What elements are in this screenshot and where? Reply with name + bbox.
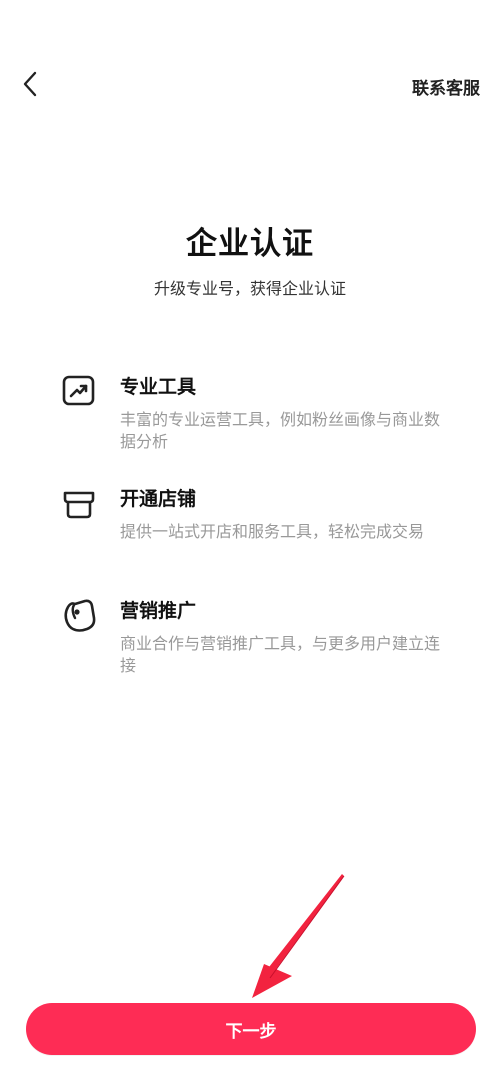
top-bar: 联系客服 — [0, 0, 500, 170]
page-title: 企业认证 — [186, 226, 314, 262]
hero-section: 企业认证 升级专业号，获得企业认证 — [0, 218, 500, 299]
feature-title: 专业工具 — [120, 376, 197, 398]
contact-support-link[interactable]: 联系客服 — [412, 74, 480, 99]
page-subtitle: 升级专业号，获得企业认证 — [153, 279, 346, 298]
store-icon — [63, 491, 95, 519]
price-tag-icon — [64, 599, 96, 632]
feature-title: 营销推广 — [120, 600, 197, 622]
back-button[interactable] — [14, 68, 46, 100]
feature-item-marketing: 营销推广 商业合作与营销推广工具，与更多用户建立连接 — [0, 596, 500, 708]
pointer-arrow-icon — [252, 874, 345, 998]
feature-description: 提供一站式开店和服务工具，轻松完成交易 — [120, 522, 425, 541]
feature-list: 专业工具 丰富的专业运营工具，例如粉丝画像与商业数据分析 开通店铺 提供一站式开… — [0, 372, 500, 708]
feature-title: 开通店铺 — [120, 488, 197, 510]
feature-item-pro-tools: 专业工具 丰富的专业运营工具，例如粉丝画像与商业数据分析 — [0, 372, 500, 484]
next-step-button[interactable]: 下一步 — [26, 1003, 476, 1055]
feature-item-open-store: 开通店铺 提供一站式开店和服务工具，轻松完成交易 — [0, 484, 500, 596]
feature-description: 丰富的专业运营工具，例如粉丝画像与商业数据分析 — [120, 410, 441, 451]
chevron-left-icon — [23, 71, 37, 97]
trend-chart-icon — [62, 375, 95, 406]
feature-description: 商业合作与营销推广工具，与更多用户建立连接 — [120, 634, 441, 675]
